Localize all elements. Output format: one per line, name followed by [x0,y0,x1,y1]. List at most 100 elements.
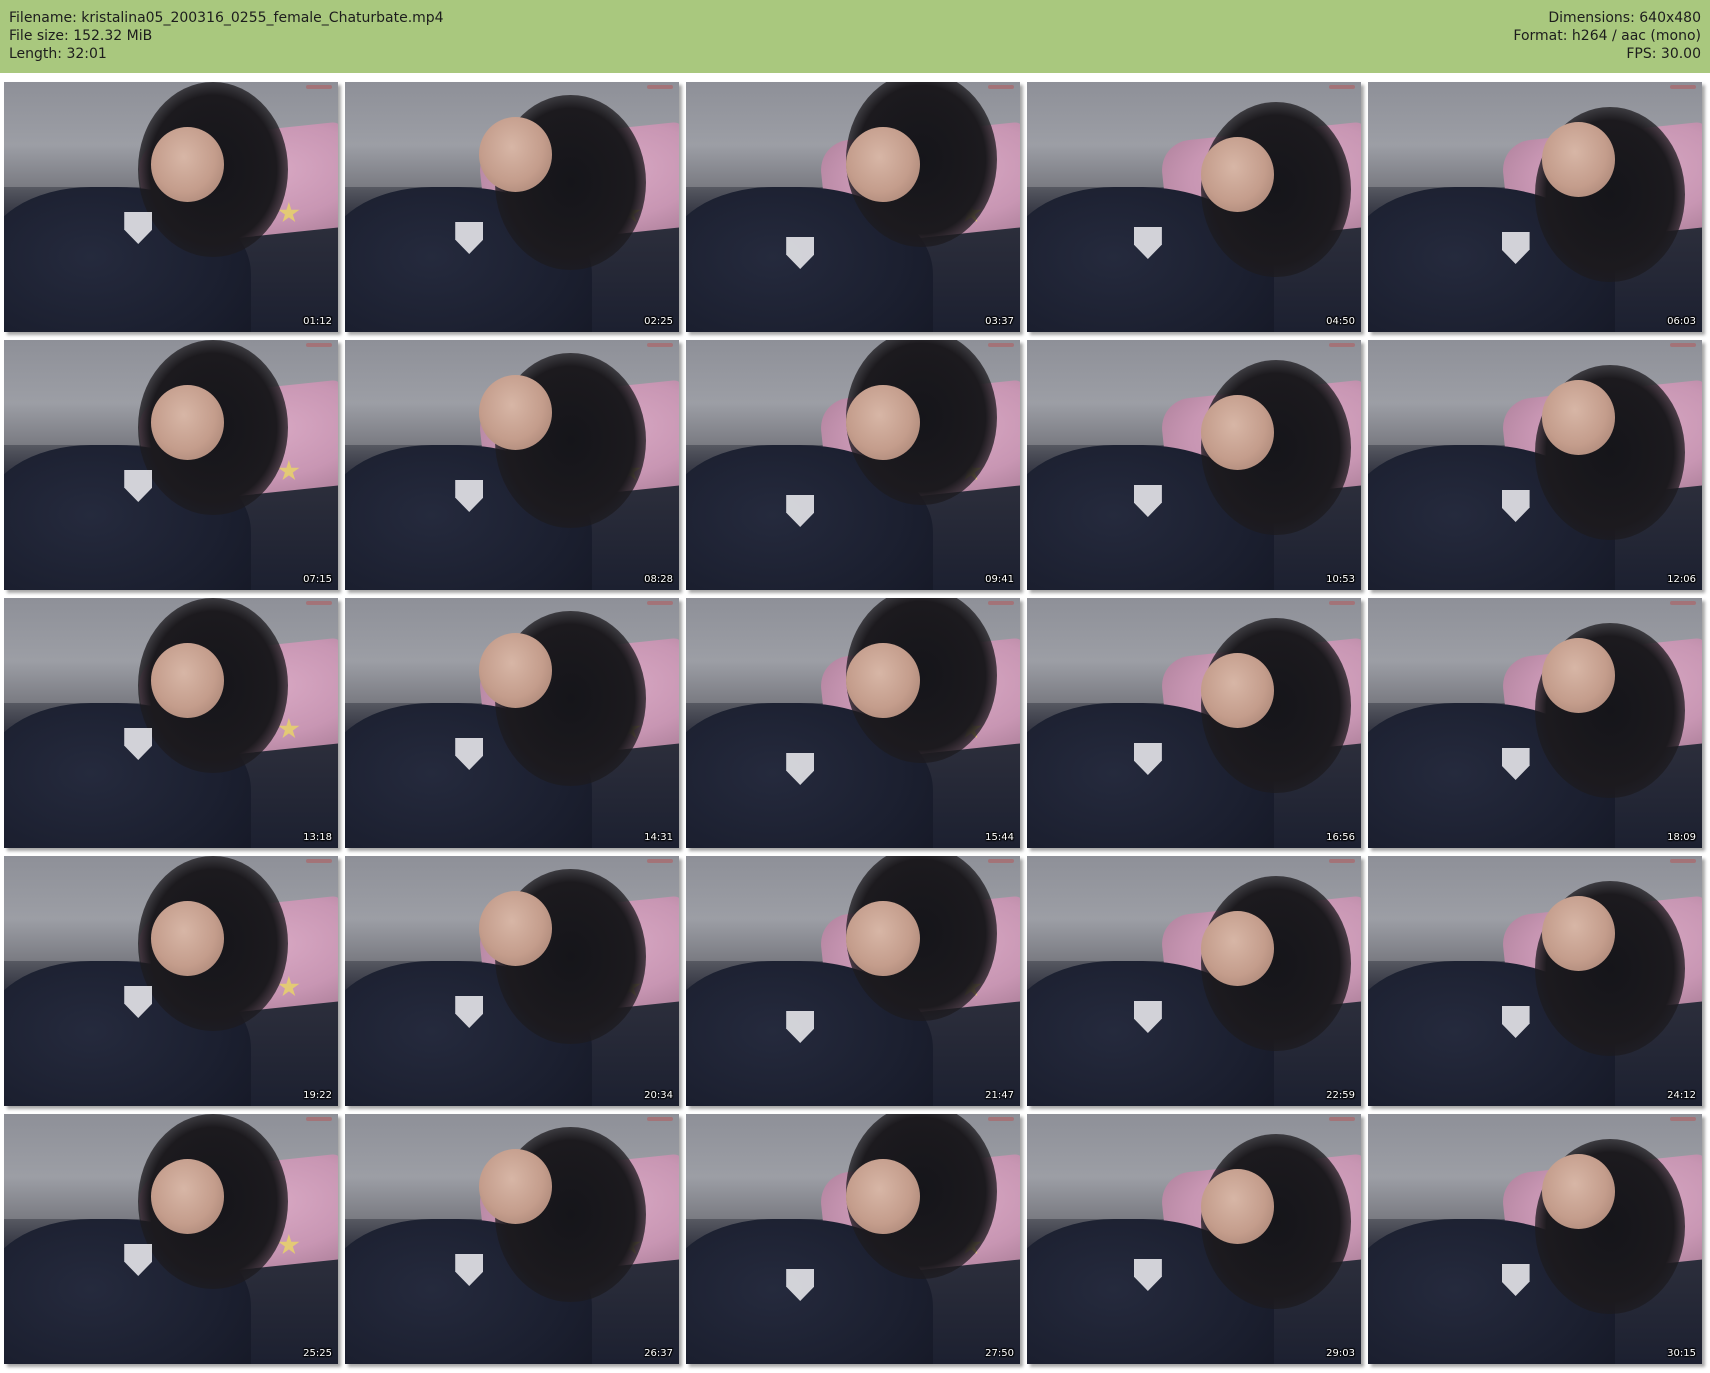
thumbnail-face [150,127,225,202]
stream-info: Dimensions: 640x480 Format: h264 / aac (… [1513,9,1701,63]
watermark-logo [988,601,1014,605]
watermark-logo [1329,859,1355,863]
thumbnail-timestamp: 19:22 [303,1090,332,1101]
thumbnail-face [846,385,920,460]
video-thumbnail[interactable]: 15:44 [686,598,1020,848]
watermark-logo [306,343,332,347]
watermark-logo [1329,343,1355,347]
watermark-logo [988,343,1014,347]
thumbnail-timestamp: 02:25 [644,316,673,327]
thumbnail-timestamp: 18:09 [1667,832,1696,843]
thumbnail-face [1200,911,1275,986]
watermark-logo [1670,343,1696,347]
thumbnail-face [846,901,920,976]
thumbnail-face [846,643,920,718]
watermark-logo [306,859,332,863]
video-thumbnail[interactable]: 18:09 [1368,598,1702,848]
thumbnail-timestamp: 15:44 [985,832,1014,843]
thumbnail-timestamp: 01:12 [303,316,332,327]
video-thumbnail[interactable]: 10:53 [1027,340,1361,590]
video-thumbnail[interactable]: 25:25 [4,1114,338,1364]
thumbnail-timestamp: 06:03 [1667,316,1696,327]
thumbnail-face [478,633,553,708]
video-thumbnail[interactable]: 09:41 [686,340,1020,590]
video-thumbnail[interactable]: 16:56 [1027,598,1361,848]
thumbnail-face [150,901,225,976]
video-thumbnail[interactable]: 01:12 [4,82,338,332]
thumbnail-face [150,385,225,460]
watermark-logo [1670,1117,1696,1121]
watermark-logo [647,859,673,863]
file-info: Filename: kristalina05_200316_0255_femal… [9,9,444,63]
watermark-logo [306,1117,332,1121]
watermark-logo [647,601,673,605]
watermark-logo [1670,859,1696,863]
watermark-logo [1329,601,1355,605]
info-header: Filename: kristalina05_200316_0255_femal… [0,0,1710,73]
video-thumbnail[interactable]: 24:12 [1368,856,1702,1106]
thumbnail-timestamp: 25:25 [303,1348,332,1359]
thumbnail-timestamp: 20:34 [644,1090,673,1101]
thumbnail-timestamp: 21:47 [985,1090,1014,1101]
video-thumbnail[interactable]: 14:31 [345,598,679,848]
filename-text: Filename: kristalina05_200316_0255_femal… [9,10,444,26]
video-thumbnail[interactable]: 29:03 [1027,1114,1361,1364]
watermark-logo [988,859,1014,863]
video-thumbnail[interactable]: 12:06 [1368,340,1702,590]
video-thumbnail[interactable]: 06:03 [1368,82,1702,332]
thumbnail-face [1200,1169,1275,1244]
thumbnail-face [1541,380,1616,455]
filesize-text: File size: 152.32 MiB [9,28,153,44]
watermark-logo [647,343,673,347]
thumbnail-face [1200,137,1275,212]
thumbnail-timestamp: 10:53 [1326,574,1355,585]
watermark-logo [306,85,332,89]
thumbnail-timestamp: 09:41 [985,574,1014,585]
watermark-logo [988,85,1014,89]
watermark-logo [1670,601,1696,605]
thumbnail-timestamp: 14:31 [644,832,673,843]
thumbnail-timestamp: 29:03 [1326,1348,1355,1359]
length-text: Length: 32:01 [9,46,107,62]
video-thumbnail[interactable]: 26:37 [345,1114,679,1364]
video-thumbnail[interactable]: 19:22 [4,856,338,1106]
video-thumbnail[interactable]: 08:28 [345,340,679,590]
video-thumbnail[interactable]: 30:15 [1368,1114,1702,1364]
format-text: Format: h264 / aac (mono) [1513,28,1701,44]
video-thumbnail[interactable]: 13:18 [4,598,338,848]
thumbnail-face [150,1159,225,1234]
thumbnail-grid: 01:12 02:25 03:37 04:50 06:03 07:15 08:28 09:41… [4,82,1706,1368]
thumbnail-timestamp: 13:18 [303,832,332,843]
fps-text: FPS: 30.00 [1626,46,1701,62]
thumbnail-timestamp: 24:12 [1667,1090,1696,1101]
thumbnail-timestamp: 07:15 [303,574,332,585]
video-thumbnail[interactable]: 22:59 [1027,856,1361,1106]
thumbnail-timestamp: 03:37 [985,316,1014,327]
thumbnail-timestamp: 30:15 [1667,1348,1696,1359]
thumbnail-timestamp: 04:50 [1326,316,1355,327]
video-thumbnail[interactable]: 07:15 [4,340,338,590]
video-thumbnail[interactable]: 03:37 [686,82,1020,332]
video-thumbnail[interactable]: 04:50 [1027,82,1361,332]
watermark-logo [1670,85,1696,89]
thumbnail-face [1541,638,1616,713]
watermark-logo [647,85,673,89]
thumbnail-face [478,375,553,450]
thumbnail-timestamp: 26:37 [644,1348,673,1359]
thumbnail-face [1541,122,1616,197]
thumbnail-face [478,891,553,966]
watermark-logo [647,1117,673,1121]
watermark-logo [1329,1117,1355,1121]
video-thumbnail[interactable]: 27:50 [686,1114,1020,1364]
thumbnail-face [150,643,225,718]
thumbnail-timestamp: 27:50 [985,1348,1014,1359]
thumbnail-face [1200,395,1275,470]
video-thumbnail[interactable]: 21:47 [686,856,1020,1106]
thumbnail-face [1541,896,1616,971]
watermark-logo [988,1117,1014,1121]
video-thumbnail[interactable]: 20:34 [345,856,679,1106]
video-thumbnail[interactable]: 02:25 [345,82,679,332]
thumbnail-timestamp: 08:28 [644,574,673,585]
thumbnail-timestamp: 22:59 [1326,1090,1355,1101]
thumbnail-face [1200,653,1275,728]
